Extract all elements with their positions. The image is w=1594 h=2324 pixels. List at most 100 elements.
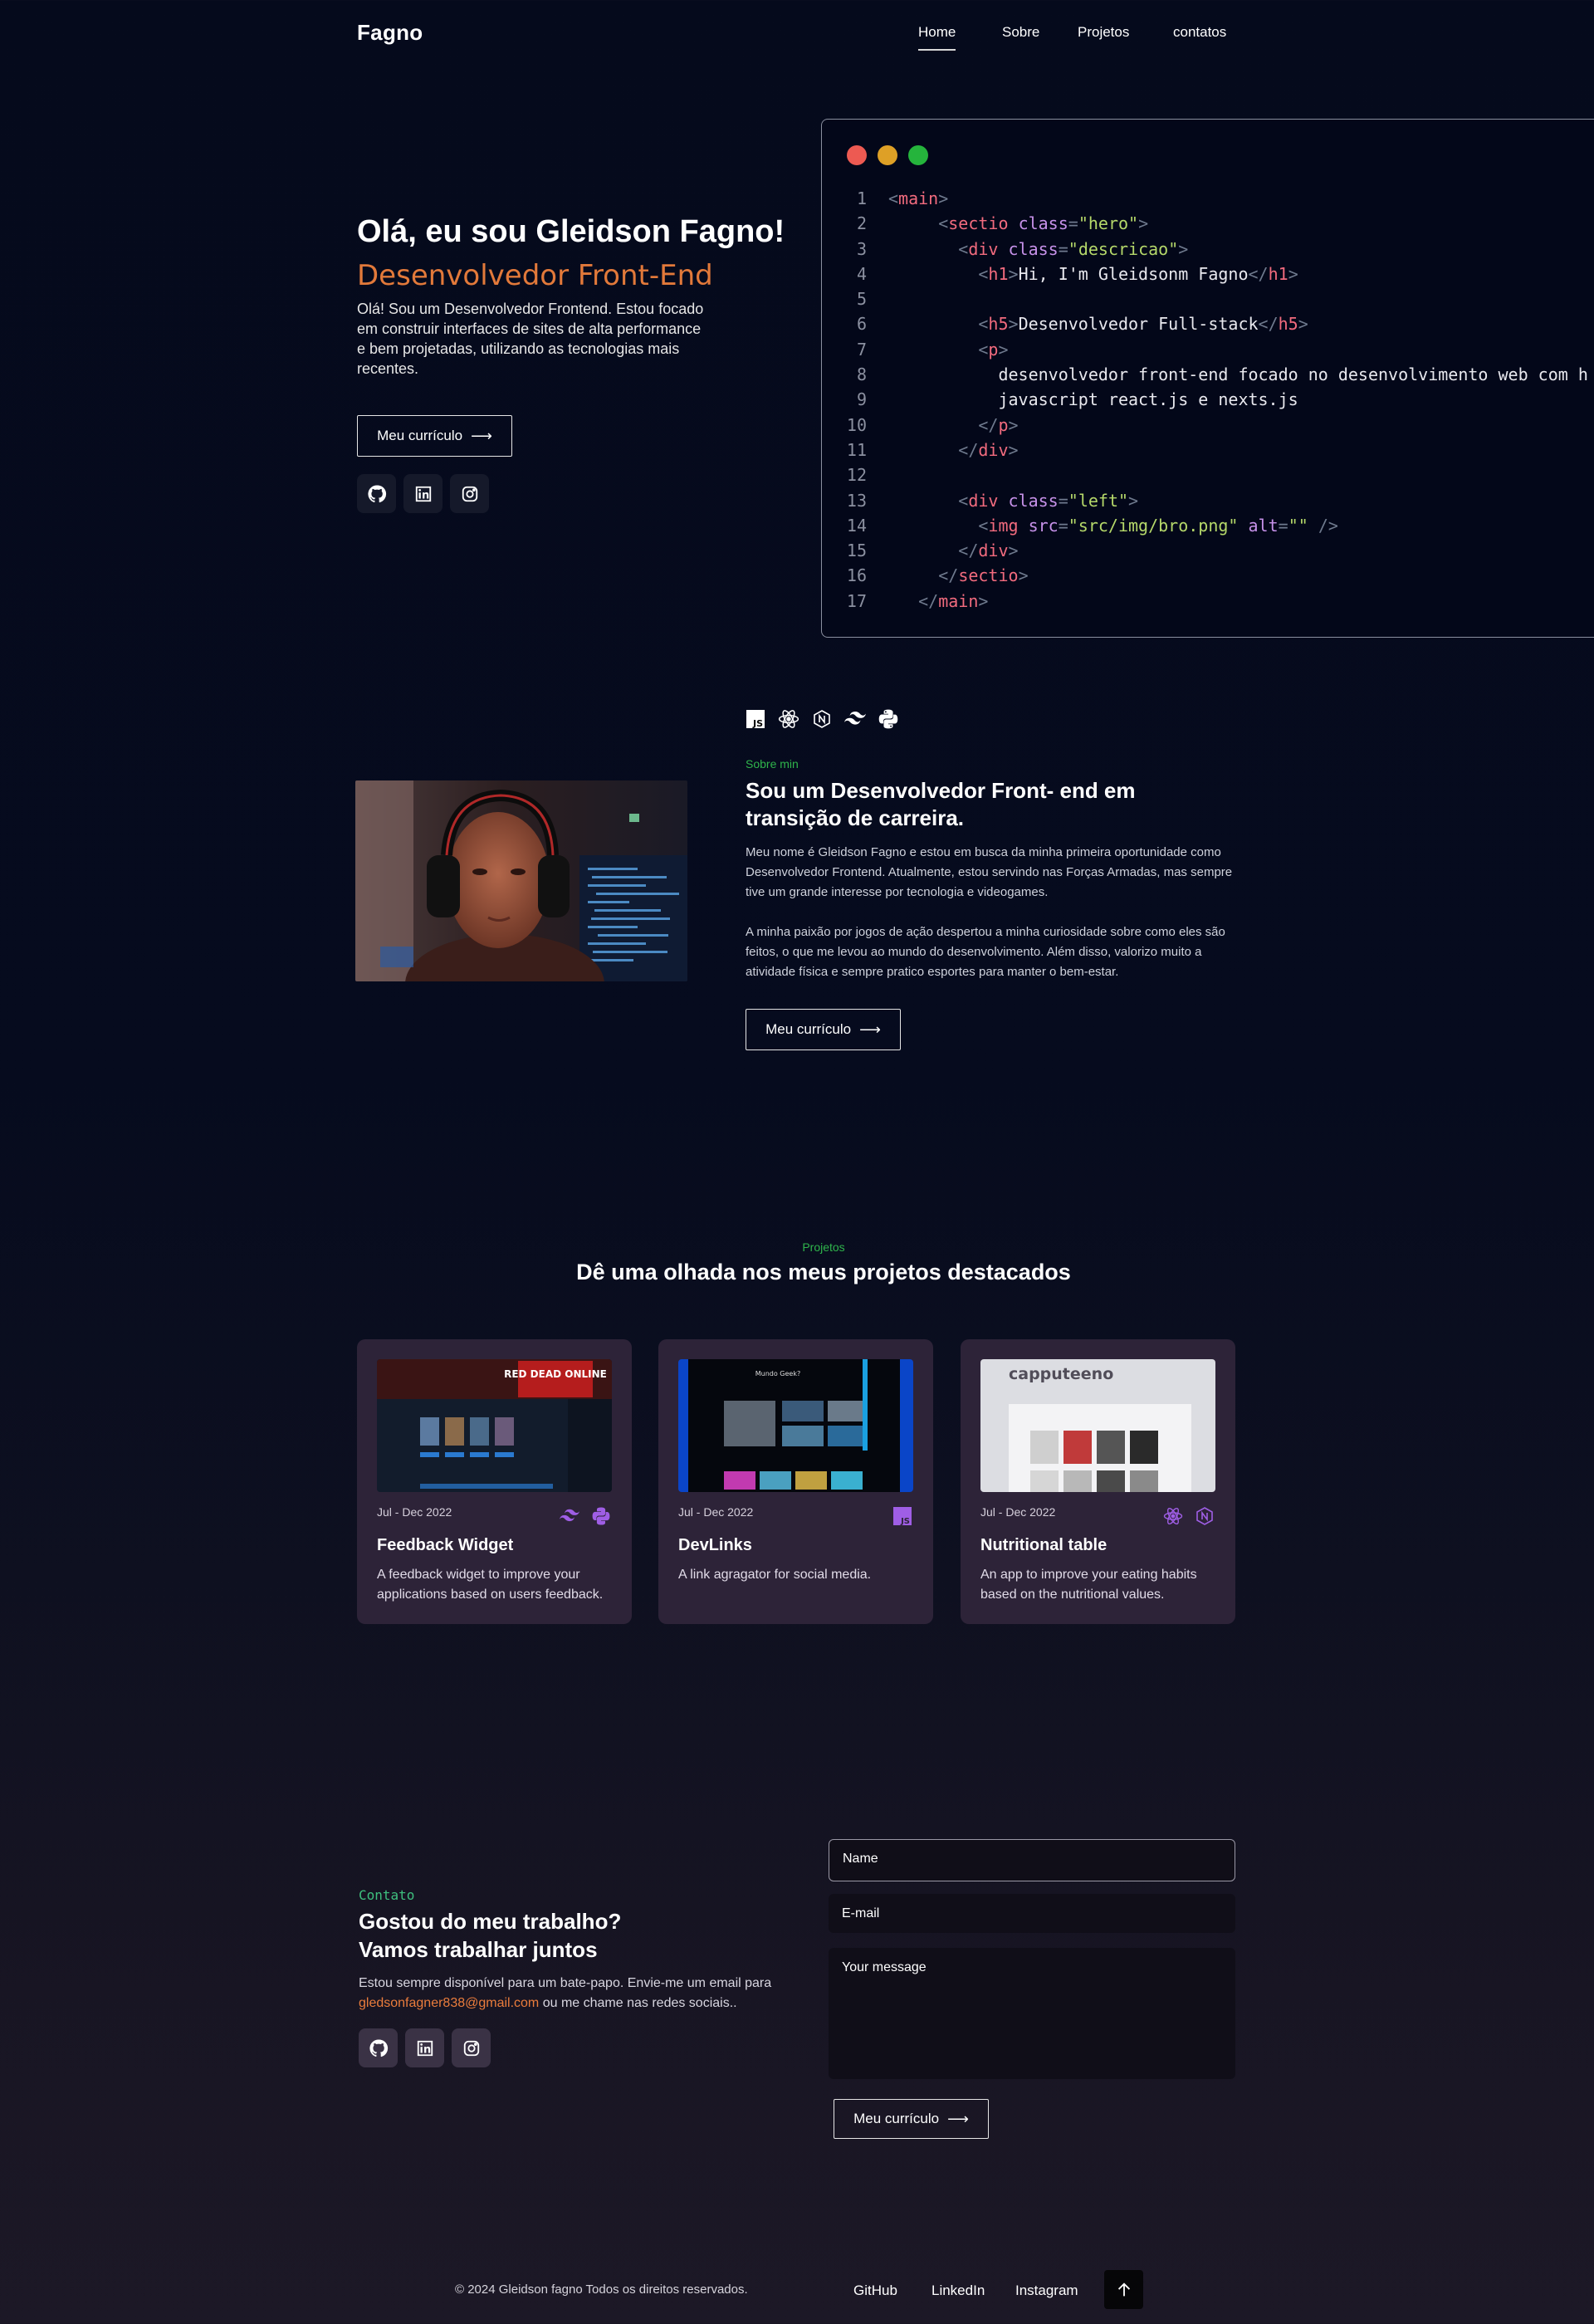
project-title: Feedback Widget: [377, 1536, 514, 1554]
python-icon: [878, 708, 899, 730]
hero-description: Olá! Sou um Desenvolvedor Frontend. Esto…: [357, 301, 704, 377]
code-line: 13 <div class="left">: [822, 488, 1588, 513]
resume-button[interactable]: Meu currículo ⟶: [357, 415, 512, 457]
contact-title-line-1: Gostou do meu trabalho?: [359, 1909, 622, 1934]
footer-copyright: © 2024 Gleidson fagno Todos os direitos …: [455, 2282, 748, 2297]
about-label: Sobre min: [746, 757, 799, 771]
code-line: 9 javascript react.js e nexts.js: [822, 387, 1588, 412]
code-window: 1 <main> 2 <sectio class="hero"> 3 <div cla…: [821, 119, 1594, 638]
code-line: 11 </div>: [822, 438, 1588, 462]
contact-text-before: Estou sempre disponível para um bate-pap…: [359, 1976, 772, 1990]
nav-sobre[interactable]: Sobre: [1002, 24, 1039, 41]
line-number: 16: [846, 565, 867, 586]
python-icon: [590, 1505, 612, 1527]
thumbnail-title: capputeeno: [1009, 1365, 1113, 1383]
back-to-top-button[interactable]: [1104, 2270, 1143, 2309]
contact-submit-button[interactable]: Meu currículo ⟶: [834, 2099, 989, 2139]
line-number: 9: [856, 389, 867, 410]
contact-email-link[interactable]: gledsonfagner838@gmail.com: [359, 1996, 539, 2010]
profile-photo: [355, 780, 687, 981]
window-controls: [847, 145, 928, 165]
contact-label: Contato: [359, 1887, 415, 1903]
contact-text: Estou sempre disponível para um bate-pap…: [359, 1974, 782, 2013]
project-title: Nutritional table: [980, 1536, 1107, 1554]
project-date: Jul - Dec 2022: [980, 1505, 1056, 1519]
resume-button-label: Meu currículo: [765, 1021, 852, 1037]
instagram-icon[interactable]: [450, 474, 489, 513]
javascript-icon: JS: [745, 708, 766, 730]
code-line: 7 <p>: [822, 337, 1588, 362]
tailwind-icon: [844, 708, 866, 730]
about-paragraph-2: A minha paixão por jogos de ação despert…: [746, 925, 1225, 979]
code-line: 10 </p>: [822, 413, 1588, 438]
project-description: A feedback widget to improve your applic…: [377, 1568, 604, 1602]
line-number: 10: [846, 414, 867, 435]
nextjs-icon: [811, 708, 833, 730]
thumbnail-title: Mundo Geek?: [755, 1370, 800, 1377]
code-line: 17 </main>: [822, 589, 1588, 614]
react-icon: [1162, 1505, 1184, 1527]
contact-title: Gostou do meu trabalho? Vamos trabalhar …: [359, 1907, 691, 1964]
linkedin-icon[interactable]: [403, 474, 443, 513]
hero-title: Olá, eu sou Gleidson Fagno!: [357, 214, 785, 249]
arrow-right-icon: ⟶: [947, 2110, 969, 2127]
nextjs-icon: [1194, 1505, 1215, 1527]
message-field[interactable]: Your message: [829, 1948, 1235, 2079]
contact-title-line-2: Vamos trabalhar juntos: [359, 1937, 598, 1962]
github-icon[interactable]: [357, 474, 396, 513]
project-title: DevLinks: [678, 1536, 752, 1554]
code-line: 12: [822, 462, 1588, 487]
contact-socials: [359, 2028, 491, 2067]
line-number: 5: [856, 289, 867, 310]
svg-text:JS: JS: [900, 1517, 910, 1526]
code-line: 5: [822, 286, 1588, 311]
footer-link-instagram[interactable]: Instagram: [1015, 2282, 1078, 2299]
project-description: An app to improve your eating habits bas…: [980, 1568, 1197, 1602]
contact-text-after: ou me chame nas redes sociais..: [539, 1996, 737, 2010]
project-card[interactable]: RED DEAD ONLINE Jul - Dec 2022 Feedback …: [357, 1339, 632, 1624]
line-number: 6: [856, 314, 867, 335]
hero-subtitle: Desenvolvedor Front-End: [357, 259, 713, 292]
tailwind-icon: [559, 1505, 580, 1527]
tech-icons: JS: [745, 708, 899, 730]
project-description: A link agragator for social media.: [678, 1568, 872, 1582]
nav-home[interactable]: Home: [918, 24, 956, 51]
projects-label: Projetos: [802, 1240, 845, 1254]
arrow-right-icon: ⟶: [859, 1020, 881, 1038]
code-line: 2 <sectio class="hero">: [822, 211, 1588, 236]
code-line: 8 desenvolvedor front-end focado no dese…: [822, 362, 1588, 387]
resume-button-label: Meu currículo: [377, 428, 463, 443]
maximize-dot: [908, 145, 928, 165]
project-card[interactable]: capputeeno Jul - Dec 2022 Nutritional ta…: [961, 1339, 1235, 1624]
nav-contatos[interactable]: contatos: [1173, 24, 1226, 41]
site-logo[interactable]: Fagno: [357, 20, 423, 46]
code-line: 4 <h1>Hi, I'm Gleidsonm Fagno</h1>: [822, 262, 1588, 286]
code-line: 16 </sectio>: [822, 563, 1588, 588]
arrow-right-icon: ⟶: [471, 427, 492, 444]
line-number: 13: [846, 490, 867, 511]
resume-button-label: Meu currículo: [853, 2111, 940, 2126]
footer-link-github[interactable]: GitHub: [853, 2282, 897, 2299]
line-number: 7: [856, 339, 867, 360]
nav-projetos[interactable]: Projetos: [1078, 24, 1129, 41]
close-dot: [847, 145, 867, 165]
project-thumbnail: capputeeno: [980, 1359, 1215, 1492]
code-line: 15 </div>: [822, 538, 1588, 563]
project-thumbnail: Mundo Geek?: [678, 1359, 913, 1492]
email-field[interactable]: E-mail: [829, 1894, 1235, 1933]
footer-link-linkedin[interactable]: LinkedIn: [931, 2282, 985, 2299]
line-number: 17: [846, 590, 867, 611]
code-line: 3 <div class="descricao">: [822, 237, 1588, 262]
linkedin-icon[interactable]: [405, 2028, 444, 2067]
about-resume-button[interactable]: Meu currículo ⟶: [746, 1009, 901, 1050]
line-number: 8: [856, 365, 867, 385]
about-title: Sou um Desenvolvedor Front- end em trans…: [746, 778, 1136, 830]
instagram-icon[interactable]: [452, 2028, 491, 2067]
project-date: Jul - Dec 2022: [377, 1505, 452, 1519]
project-card[interactable]: Mundo Geek? Jul - Dec 2022 JS DevLinks A…: [658, 1339, 933, 1624]
github-icon[interactable]: [359, 2028, 398, 2067]
name-field[interactable]: Name: [829, 1839, 1235, 1881]
about-paragraph-1: Meu nome é Gleidson Fagno e estou em bus…: [746, 845, 1233, 899]
svg-text:JS: JS: [752, 718, 763, 729]
code-line: 6 <h5>Desenvolvedor Full-stack</h5>: [822, 311, 1588, 336]
